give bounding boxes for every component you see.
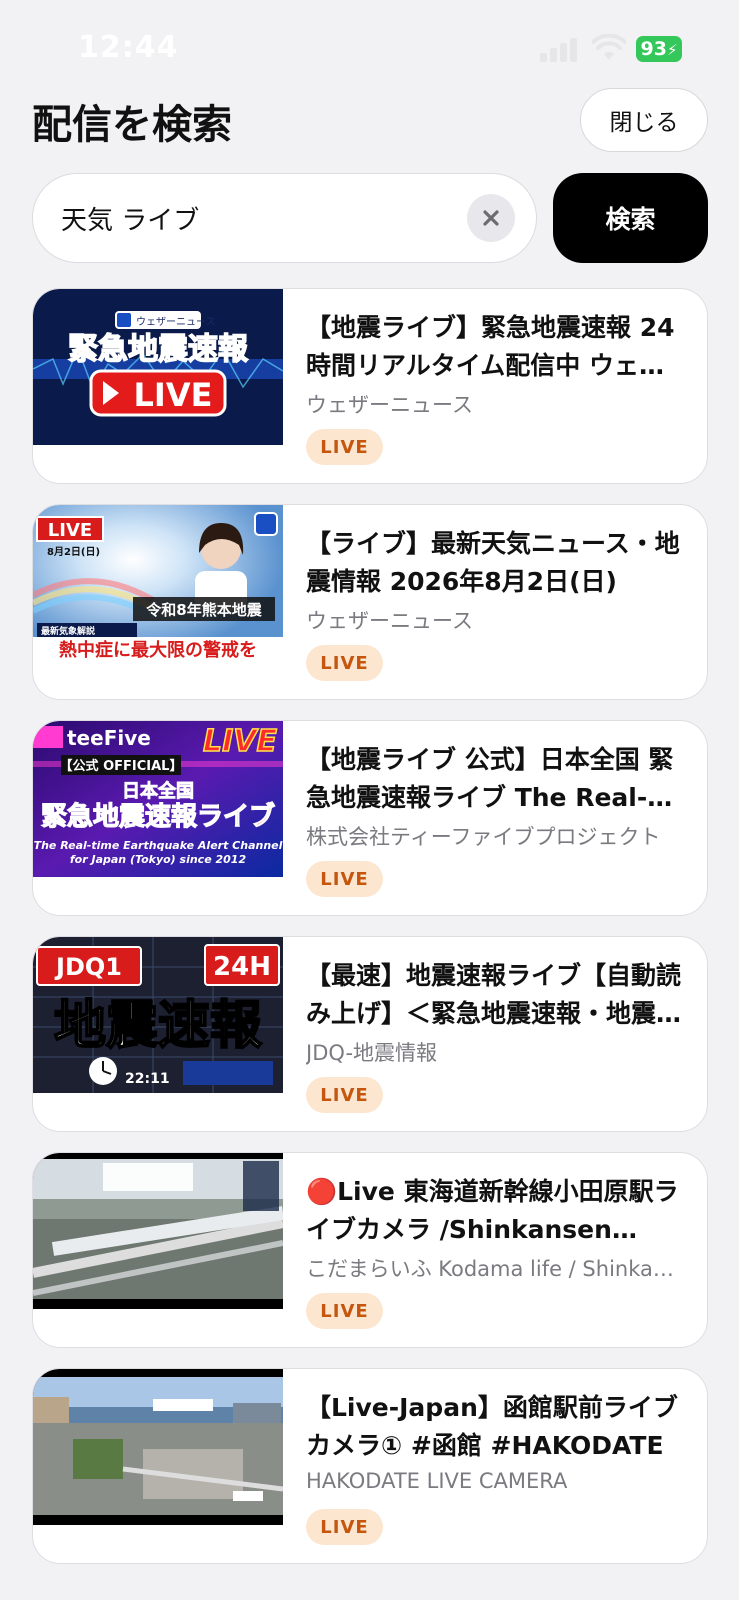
thumbnail-headline: 地震速報 — [54, 996, 262, 1056]
live-badge: LIVE — [306, 429, 383, 465]
video-thumbnail: LIVE 8月2日(日) 令和8年熊本地震 最新気象解説 熱中症に最大限の警戒を — [33, 505, 283, 661]
thumbnail-date: 8月2日(日) — [47, 546, 100, 558]
live-badge: LIVE — [306, 861, 383, 897]
result-channel: ウェザーニュース — [306, 609, 473, 633]
thumbnail-brand: JDQ1 — [54, 953, 122, 981]
status-time: 12:44 — [78, 30, 179, 65]
thumbnail-headline: 緊急地震速報ライブ — [41, 801, 275, 832]
thumbnail-subtitle: The Real-time Earthquake Alert Channel — [34, 839, 283, 852]
result-channel: 株式会社ティーファイブプロジェクト — [306, 825, 661, 849]
video-thumbnail — [33, 1153, 283, 1309]
live-badge: LIVE — [306, 645, 383, 681]
thumbnail-brand: ウェザーニュース — [136, 316, 216, 328]
video-thumbnail — [33, 1369, 283, 1525]
result-card[interactable]: 🔴Live 東海道新幹線小田原駅ライブカメラ /Shinkansen Odawa… — [32, 1152, 708, 1348]
search-button[interactable]: 検索 — [553, 173, 708, 263]
charging-icon: ⚡ — [666, 41, 678, 59]
thumbnail-live-text: LIVE — [203, 724, 277, 759]
battery-indicator: 93⚡ — [636, 36, 682, 62]
result-title: 【地震ライブ】緊急地震速報 24時間リアルタイム配信中 ウェザーニュース — [306, 313, 675, 380]
thumbnail-time: 22:11 — [125, 1071, 170, 1087]
status-bar: 12:44 93⚡ — [0, 0, 739, 80]
result-title: 【Live-Japan】函館駅前ライブカメラ① #函館 #HAKODATE — [306, 1393, 678, 1460]
thumbnail-live-text: LIVE — [134, 376, 213, 414]
close-icon — [483, 210, 499, 226]
search-input[interactable] — [59, 174, 463, 263]
result-title: 【地震ライブ 公式】日本全国 緊急地震速報ライブ The Real-time E… — [306, 745, 674, 812]
thumbnail-official: 【公式 OFFICIAL】 — [60, 758, 183, 774]
thumbnail-brand: teeFive — [67, 726, 151, 750]
video-thumbnail: teeFive LIVE 【公式 OFFICIAL】 日本全国 緊急地震速報ライ… — [33, 721, 283, 877]
search-box — [32, 173, 537, 263]
live-badge: LIVE — [306, 1293, 383, 1329]
result-title: 🔴Live 東海道新幹線小田原駅ライブカメラ /Shinkansen Odawa… — [306, 1177, 679, 1244]
battery-level: 93 — [640, 38, 667, 60]
result-card[interactable]: teeFive LIVE 【公式 OFFICIAL】 日本全国 緊急地震速報ライ… — [32, 720, 708, 916]
close-button[interactable]: 閉じる — [580, 88, 708, 152]
thumbnail-subtitle: for Japan (Tokyo) since 2012 — [70, 853, 247, 866]
thumbnail-caption: 令和8年熊本地震 — [146, 601, 262, 619]
clear-search-button[interactable] — [467, 194, 515, 242]
header: 配信を検索 閉じる — [32, 88, 708, 158]
thumbnail-hours: 24H — [213, 952, 271, 982]
wifi-icon — [592, 34, 626, 60]
result-card[interactable]: 【Live-Japan】函館駅前ライブカメラ① #函館 #HAKODATE HA… — [32, 1368, 708, 1564]
thumbnail-caption: 熱中症に最大限の警戒を — [59, 639, 257, 661]
result-channel: HAKODATE LIVE CAMERA — [306, 1469, 568, 1493]
thumbnail-headline: 日本全国 — [122, 780, 194, 802]
live-badge: LIVE — [306, 1077, 383, 1113]
thumbnail-headline: 緊急地震速報 — [68, 332, 249, 367]
result-channel: JDQ-地震情報 — [306, 1041, 438, 1065]
result-title: 【ライブ】最新天気ニュース・地震情報 2026年8月2日(日) — [306, 529, 680, 596]
thumbnail-caption: 最新気象解説 — [41, 625, 95, 637]
thumbnail-live-text: LIVE — [48, 520, 92, 541]
signal-icon — [540, 36, 580, 62]
result-card[interactable]: LIVE 8月2日(日) 令和8年熊本地震 最新気象解説 熱中症に最大限の警戒を… — [32, 504, 708, 700]
search-row: 検索 — [32, 173, 708, 263]
result-card[interactable]: JDQ1 24H 地震速報 22:11 【最速】地震速報ライブ【自動読み上げ】＜… — [32, 936, 708, 1132]
result-channel: こだまらいふ Kodama life / Shinkansen — [306, 1257, 686, 1281]
page-title: 配信を検索 — [32, 102, 232, 148]
result-card[interactable]: ウェザーニュース 緊急地震速報 LIVE 【地震ライブ】緊急地震速報 24時間リ… — [32, 288, 708, 484]
live-badge: LIVE — [306, 1509, 383, 1545]
video-thumbnail: ウェザーニュース 緊急地震速報 LIVE — [33, 289, 283, 445]
result-channel: ウェザーニュース — [306, 393, 473, 417]
result-title: 【最速】地震速報ライブ【自動読み上げ】＜緊急地震速報・地震情報＞ — [306, 961, 682, 1028]
video-thumbnail: JDQ1 24H 地震速報 22:11 — [33, 937, 283, 1093]
